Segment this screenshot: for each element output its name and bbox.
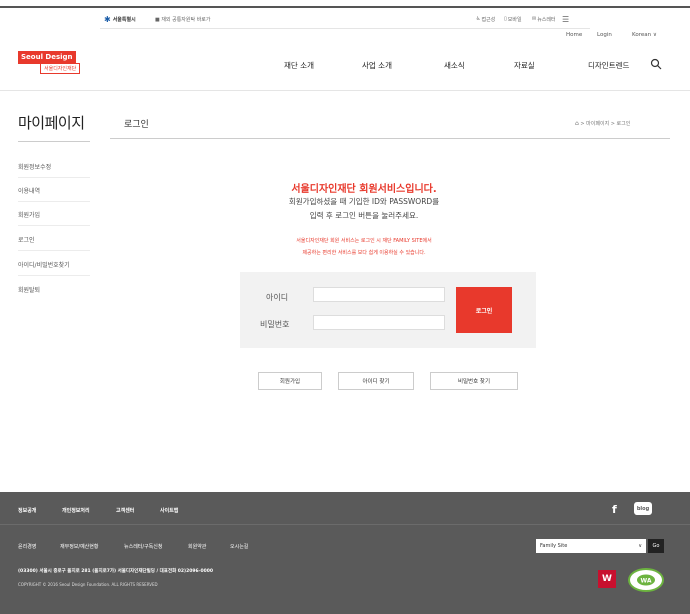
password-label: 비밀번호	[260, 320, 290, 329]
footer-address: (03300) 서울시 중로구 을지로 281 (을지로7가) 서울디자인재단빌…	[18, 569, 214, 574]
sidebar-title: 마이페이지	[18, 114, 85, 132]
seoul-city-logo[interactable]: ✱ 서울특별시	[104, 12, 136, 26]
footer-link-finance[interactable]: 재무정보/예산현황	[60, 543, 99, 550]
sidebar-item-join[interactable]: 회원가입	[18, 210, 90, 226]
intro-note-1: 서울디자인재단 회원 서비스는 로그인 시 재단 FAMILY SITE에서	[296, 238, 432, 244]
seoul-mark-icon: ✱	[104, 14, 111, 24]
footer-link-disclosure[interactable]: 정보공개	[18, 507, 36, 514]
utility-divider	[100, 28, 590, 29]
chevron-down-icon: ∨	[652, 32, 657, 38]
gnb-archive[interactable]: 자료실	[514, 60, 535, 71]
find-password-button[interactable]: 비밀번호 찾기	[430, 372, 518, 390]
utility-sub-link[interactable]: ■ 재외 공통자원탁 바로가	[155, 12, 211, 26]
sidebar-item-find-account[interactable]: 아이디/비밀번호찾기	[18, 260, 90, 276]
footer-link-newsletter[interactable]: 뉴스레터/구독신청	[124, 543, 163, 550]
gnb-business[interactable]: 사업 소개	[362, 60, 392, 71]
accessibility-certification-icon: WA	[628, 568, 664, 592]
intro-sub-1: 회원가입하셨을 때 기입한 ID와 PASSWORD를	[288, 197, 440, 206]
footer-link-sitemap[interactable]: 사이트맵	[160, 507, 178, 514]
page-title: 로그인	[124, 120, 149, 130]
logo-subtitle: 서울디자인재단	[40, 63, 81, 74]
sidebar-item-edit-profile[interactable]: 회원정보수정	[18, 162, 90, 178]
top-rule	[0, 6, 690, 8]
logo-wordmark: Seoul Design	[18, 51, 76, 64]
password-input[interactable]	[313, 315, 445, 330]
newsletter-icon: ✉	[532, 16, 537, 22]
chevron-down-icon: ∨	[638, 543, 642, 549]
intro-headline: 서울디자인재단 회원서비스입니다.	[291, 184, 437, 195]
accessibility-icon: ♿	[476, 16, 481, 22]
find-id-button[interactable]: 아이디 찾기	[338, 372, 414, 390]
footer-link-directions[interactable]: 오시는길	[230, 543, 248, 550]
breadcrumb: ⌂ > 마이페이지 > 로그인	[575, 120, 631, 127]
mobile-icon: ▯	[504, 16, 507, 22]
gnb-design-trend[interactable]: 디자인트렌드	[588, 60, 629, 71]
footer-link-support[interactable]: 고객센터	[116, 507, 134, 514]
footer-link-terms[interactable]: 회원약관	[188, 543, 206, 550]
search-icon[interactable]	[650, 58, 662, 72]
seoul-design-logo[interactable]: Seoul Design 서울디자인재단	[18, 44, 81, 74]
language-select[interactable]: Korean ∨	[632, 32, 657, 38]
id-input[interactable]	[313, 287, 445, 302]
home-icon[interactable]: ⌂	[575, 120, 579, 127]
title-divider	[110, 138, 670, 139]
accessibility-link[interactable]: ♿ 접근성	[476, 12, 495, 26]
home-link[interactable]: Home	[566, 32, 582, 38]
menu-link[interactable]: ☰	[562, 12, 569, 26]
intro-note-2: 제공하는 편리한 서비스를 보다 쉽게 이용하실 수 있습니다.	[302, 250, 426, 256]
blog-icon[interactable]: blog	[634, 502, 652, 515]
sidebar-item-history[interactable]: 이용내역	[18, 186, 90, 202]
sidebar-title-rule	[18, 141, 90, 142]
intro-sub-2: 입력 후 로그인 버튼을 눌러주세요.	[309, 211, 419, 220]
footer-divider	[0, 524, 690, 525]
svg-text:WA: WA	[641, 578, 652, 585]
header-divider	[0, 90, 690, 91]
footer-link-ethics[interactable]: 윤리경영	[18, 543, 36, 550]
newsletter-link[interactable]: ✉ 뉴스레터	[532, 12, 556, 26]
mobile-link[interactable]: ▯ 모바일	[504, 12, 522, 26]
seoul-city-label: 서울특별시	[112, 16, 136, 23]
sidebar-item-login[interactable]: 로그인	[18, 235, 90, 251]
web-award-badge-icon: W	[598, 570, 616, 588]
footer-copyright: COPYRIGHT © 2016 Seoul Design Foundation…	[18, 582, 158, 587]
family-site-select[interactable]: Family Site ∨	[536, 539, 646, 553]
facebook-icon[interactable]: f	[612, 503, 617, 516]
family-site-go-button[interactable]: Go	[648, 539, 664, 553]
id-label: 아이디	[266, 293, 289, 302]
sidebar-item-withdraw[interactable]: 회원탈퇴	[18, 285, 90, 300]
login-link[interactable]: Login	[597, 32, 612, 38]
menu-icon: ☰	[562, 14, 570, 24]
footer	[0, 492, 690, 614]
gnb-foundation[interactable]: 재단 소개	[284, 60, 314, 71]
login-button[interactable]: 로그인	[456, 287, 512, 333]
join-button[interactable]: 회원가입	[258, 372, 322, 390]
gnb-news[interactable]: 새소식	[444, 60, 465, 71]
footer-link-privacy[interactable]: 개인정보처리	[62, 507, 90, 514]
